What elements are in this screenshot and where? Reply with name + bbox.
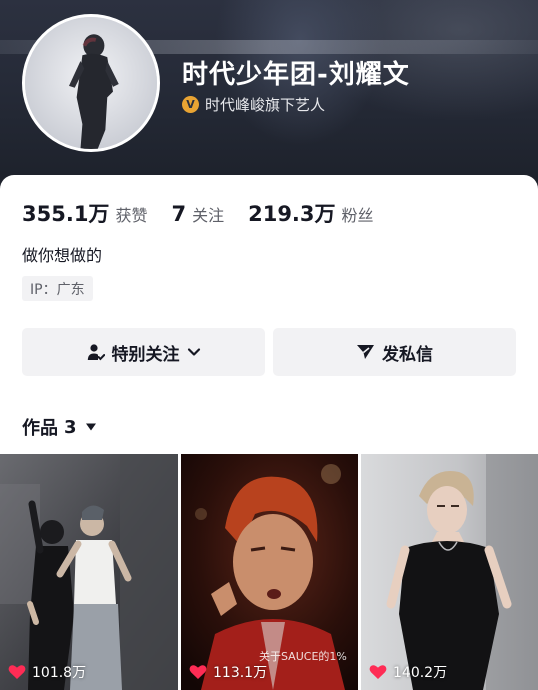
like-count-value: 140.2万 <box>393 665 448 681</box>
stat-likes[interactable]: 355.1万 获赞 <box>22 198 147 228</box>
stat-following[interactable]: 7 关注 <box>171 202 224 226</box>
tab-works[interactable]: 作品 3 <box>22 414 97 440</box>
video-cover-image <box>361 454 538 690</box>
send-message-button[interactable]: 发私信 <box>273 328 516 376</box>
video-thumbnail[interactable]: 关于SAUCE的1% 113.1万 <box>181 454 358 690</box>
stat-following-value: 7 <box>171 202 187 226</box>
like-count: 101.8万 <box>8 662 86 682</box>
works-grid: 101.8万 关于SAUCE的1% 113.1万 140.2万 <box>0 454 538 690</box>
triangle-down-icon <box>85 422 97 432</box>
video-thumbnail[interactable]: 101.8万 <box>0 454 178 690</box>
stat-followers-label: 粉丝 <box>341 206 374 225</box>
special-follow-label: 特别关注 <box>111 344 180 365</box>
heart-icon <box>189 664 207 680</box>
works-tab-label: 作品 <box>22 418 58 439</box>
avatar-silhouette <box>25 17 157 149</box>
like-count: 113.1万 <box>189 662 267 682</box>
stat-followers-value: 219.3万 <box>248 202 336 226</box>
verification-row: V 时代峰峻旗下艺人 <box>182 94 325 115</box>
video-thumbnail[interactable]: 140.2万 <box>361 454 538 690</box>
stat-followers[interactable]: 219.3万 粉丝 <box>248 198 373 228</box>
stat-likes-label: 获赞 <box>115 206 148 225</box>
user-check-icon <box>87 343 105 361</box>
like-count-value: 101.8万 <box>32 665 87 681</box>
video-caption-overlay: 关于SAUCE的1% <box>259 650 347 663</box>
special-follow-button[interactable]: 特别关注 <box>22 328 265 376</box>
like-count-value: 113.1万 <box>213 665 268 681</box>
stat-following-label: 关注 <box>192 206 225 225</box>
ip-location-tag: IP：广东 <box>22 276 93 301</box>
heart-icon <box>8 664 26 680</box>
profile-nickname: 时代少年团-刘耀文 <box>182 60 410 90</box>
stat-likes-value: 355.1万 <box>22 202 110 226</box>
chevron-down-icon <box>187 347 201 357</box>
verification-text: 时代峰峻旗下艺人 <box>205 96 326 114</box>
works-count: 3 <box>64 416 77 438</box>
like-count: 140.2万 <box>369 662 447 682</box>
profile-bio: 做你想做的 <box>22 246 103 265</box>
heart-icon <box>369 664 387 680</box>
profile-stats: 355.1万 获赞 7 关注 219.3万 粉丝 <box>22 198 398 228</box>
send-message-label: 发私信 <box>382 344 433 365</box>
video-cover-image <box>0 454 178 690</box>
avatar[interactable] <box>22 14 160 152</box>
paper-plane-icon <box>356 343 375 361</box>
verified-badge-icon: V <box>182 96 199 113</box>
